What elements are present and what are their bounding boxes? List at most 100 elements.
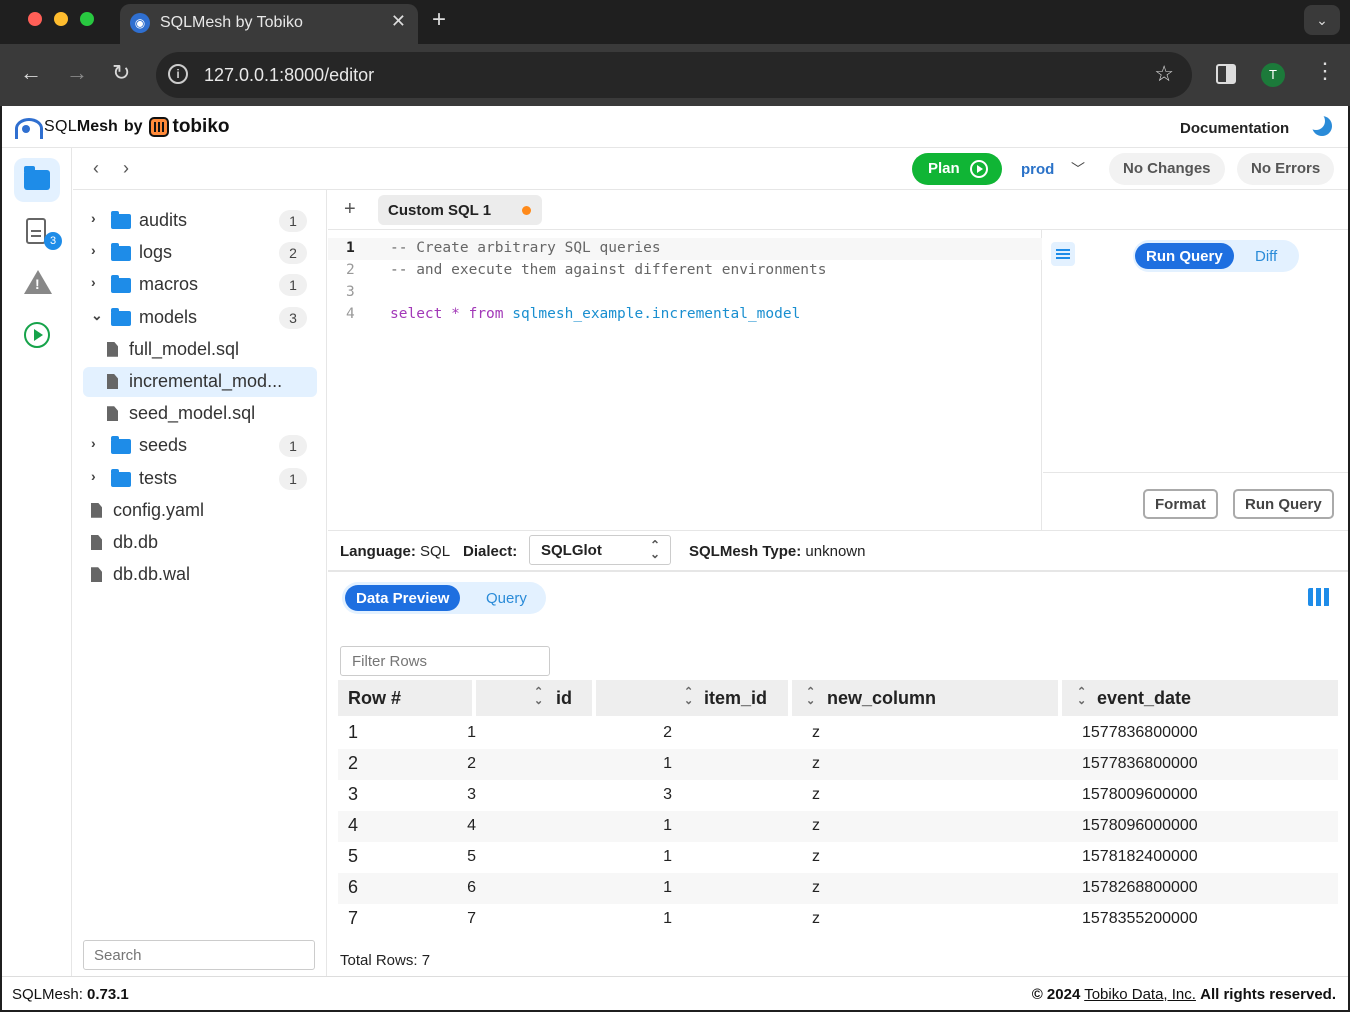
- window-zoom-button[interactable]: [80, 12, 94, 26]
- table-cell: 6: [348, 877, 359, 897]
- plan-label: Plan: [928, 160, 960, 177]
- copyright: © 2024 Tobiko Data, Inc. All rights rese…: [1032, 986, 1336, 1003]
- table-row: 2 2 1 z 1577836800000: [338, 749, 1338, 780]
- table-cell: 4: [348, 815, 359, 835]
- filter-rows-input[interactable]: [340, 646, 550, 676]
- column-header[interactable]: ⌃ ⌄ new_column: [792, 680, 1058, 716]
- line-number: 1: [346, 240, 355, 256]
- tree-item-full-model-sql[interactable]: full_model.sql: [83, 335, 317, 365]
- editor-tabs: + Custom SQL 1: [328, 190, 1348, 230]
- sort-icon[interactable]: ⌃ ⌄: [534, 687, 543, 707]
- tab-search-chevron-icon[interactable]: ⌄: [1304, 5, 1340, 35]
- site-info-icon[interactable]: i: [168, 64, 188, 84]
- rail-editor[interactable]: 3: [14, 210, 62, 254]
- back-arrow-icon[interactable]: ←: [20, 60, 42, 86]
- tree-item-incremental-mod[interactable]: incremental_mod...: [83, 367, 317, 397]
- history-forward-icon[interactable]: ›: [123, 158, 129, 179]
- changes-status[interactable]: No Changes: [1109, 153, 1225, 185]
- tree-item-models[interactable]: ⌄ models 3: [83, 303, 317, 333]
- chevron-down-icon: ﹀: [1071, 161, 1085, 177]
- item-count-badge: 1: [279, 467, 307, 490]
- url-text[interactable]: 127.0.0.1:8000/editor: [204, 65, 374, 86]
- menu-icon[interactable]: [1051, 242, 1075, 266]
- window-minimize-button[interactable]: [54, 12, 68, 26]
- side-panel-icon[interactable]: [1216, 64, 1236, 84]
- code-editor[interactable]: 1 -- Create arbitrary SQL queries 2 -- a…: [328, 230, 1042, 530]
- sort-icon[interactable]: ⌃ ⌄: [806, 687, 815, 707]
- dialect-select[interactable]: SQLGlot ⌃ ⌄: [529, 535, 671, 565]
- new-tab-button[interactable]: +: [432, 6, 446, 34]
- plan-button[interactable]: Plan: [912, 153, 1002, 185]
- chevron-right-icon[interactable]: ›: [91, 210, 96, 226]
- browser-tab[interactable]: ◉ SQLMesh by Tobiko ✕: [120, 4, 418, 44]
- tab-close-icon[interactable]: ✕: [391, 11, 406, 32]
- rail-file-explorer[interactable]: [14, 158, 60, 202]
- tab-data-preview[interactable]: Data Preview: [345, 585, 461, 611]
- tree-item-seed-model-sql[interactable]: seed_model.sql: [83, 399, 317, 429]
- type-value: unknown: [805, 543, 866, 560]
- tree-item-label: db.db.wal: [113, 564, 191, 585]
- forward-arrow-icon[interactable]: →: [66, 60, 88, 86]
- sort-icon[interactable]: ⌃ ⌄: [684, 687, 693, 707]
- chevron-down-icon[interactable]: ⌄: [91, 307, 103, 324]
- rail-errors[interactable]: [14, 262, 60, 306]
- chevron-right-icon[interactable]: ›: [91, 274, 96, 290]
- browser-tab-strip: ◉ SQLMesh by Tobiko ✕ + ⌄: [0, 0, 1350, 44]
- reload-icon[interactable]: ↻: [112, 60, 130, 86]
- documentation-link[interactable]: Documentation: [1180, 120, 1289, 137]
- company-link[interactable]: Tobiko Data, Inc.: [1084, 986, 1196, 1003]
- errors-status[interactable]: No Errors: [1237, 153, 1335, 185]
- browser-menu-icon[interactable]: ⋮: [1314, 58, 1336, 84]
- code-line[interactable]: 4 select * from sqlmesh_example.incremen…: [328, 304, 1042, 326]
- chevron-right-icon[interactable]: ›: [91, 435, 96, 451]
- window-close-button[interactable]: [28, 12, 42, 26]
- table-cell: 1: [348, 722, 359, 742]
- file-search-input[interactable]: [83, 940, 315, 970]
- tree-item-db-db-wal[interactable]: db.db.wal: [83, 560, 317, 590]
- language-info: Language: SQL: [340, 543, 450, 560]
- version-label: SQLMesh:: [12, 986, 83, 1003]
- tree-item-seeds[interactable]: › seeds 1: [83, 431, 317, 461]
- sqlmesh-type-info: SQLMesh Type: unknown: [689, 543, 865, 560]
- tree-item-config-yaml[interactable]: config.yaml: [83, 496, 317, 526]
- tree-item-tests[interactable]: › tests 1: [83, 464, 317, 494]
- browser-toolbar: ← → ↻ i 127.0.0.1:8000/editor ☆ T ⋮: [0, 44, 1350, 106]
- sqlmesh-logo[interactable]: SQL Mesh by tobiko: [14, 115, 230, 139]
- chevron-right-icon[interactable]: ›: [91, 468, 96, 484]
- tree-item-db-db[interactable]: db.db: [83, 528, 317, 558]
- file-icon: [91, 502, 102, 518]
- run-query-button[interactable]: Run Query: [1233, 489, 1334, 519]
- column-header[interactable]: ⌃ ⌄ item_id: [596, 680, 788, 716]
- sort-icon[interactable]: ⌃ ⌄: [1077, 687, 1086, 707]
- columns-icon[interactable]: [1308, 588, 1330, 606]
- chevron-right-icon[interactable]: ›: [91, 242, 96, 258]
- column-header[interactable]: ⌃ ⌄ id: [476, 680, 592, 716]
- column-header[interactable]: Row #: [338, 680, 472, 716]
- type-label: SQLMesh Type:: [689, 543, 802, 560]
- tree-item-logs[interactable]: › logs 2: [83, 238, 317, 268]
- dark-mode-moon-icon[interactable]: [1307, 112, 1332, 136]
- rail-plan[interactable]: [14, 314, 60, 358]
- code-text: -- Create arbitrary SQL queries: [390, 240, 661, 256]
- bookmark-star-icon[interactable]: ☆: [1154, 61, 1174, 87]
- add-tab-button[interactable]: +: [344, 198, 356, 221]
- code-line[interactable]: 2 -- and execute them against different …: [328, 260, 1042, 282]
- tree-item-label: logs: [139, 242, 173, 263]
- code-text: select * from sqlmesh_example.incrementa…: [390, 306, 800, 322]
- table-cell: 1578009600000: [1082, 786, 1198, 803]
- code-line[interactable]: 3: [328, 282, 1042, 304]
- logo-by-text: by: [123, 118, 143, 135]
- address-bar[interactable]: i 127.0.0.1:8000/editor ☆: [156, 52, 1192, 98]
- format-button[interactable]: Format: [1143, 489, 1218, 519]
- tab-query[interactable]: Query: [486, 590, 527, 607]
- item-count-badge: 1: [279, 210, 307, 232]
- tab-diff[interactable]: Diff: [1255, 248, 1277, 265]
- history-back-icon[interactable]: ‹: [93, 158, 99, 179]
- tab-custom-sql-1[interactable]: Custom SQL 1: [378, 195, 542, 225]
- tree-item-audits[interactable]: › audits 1: [83, 206, 317, 236]
- profile-avatar[interactable]: T: [1261, 63, 1285, 87]
- column-header[interactable]: ⌃ ⌄ event_date: [1062, 680, 1338, 716]
- tree-item-macros[interactable]: › macros 1: [83, 270, 317, 300]
- tab-run-query[interactable]: Run Query: [1135, 243, 1234, 269]
- code-line[interactable]: 1 -- Create arbitrary SQL queries: [328, 238, 1042, 260]
